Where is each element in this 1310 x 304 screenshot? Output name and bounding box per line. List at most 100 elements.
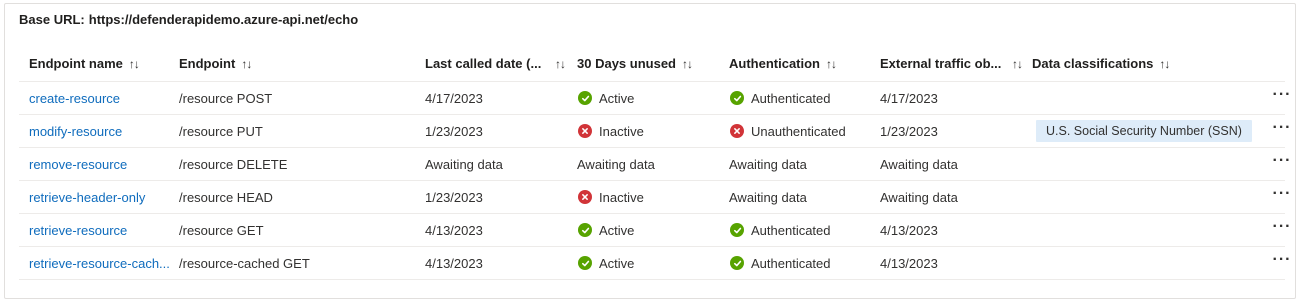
row-more-actions[interactable]: ··· bbox=[1267, 214, 1297, 246]
more-icon[interactable]: ··· bbox=[1273, 153, 1292, 169]
auth-status-cell-text: Authenticated bbox=[751, 222, 831, 238]
more-icon[interactable]: ··· bbox=[1273, 252, 1292, 268]
column-header-data-classifications[interactable]: Data classifications ↑↓ bbox=[1032, 46, 1262, 81]
table-row[interactable]: modify-resource/resource PUT 1/23/2023 Ina… bbox=[19, 115, 1290, 148]
data-classification-tag[interactable]: U.S. Social Security Number (SSN) bbox=[1036, 120, 1252, 142]
more-icon[interactable]: ··· bbox=[1273, 186, 1292, 202]
column-header-authentication[interactable]: Authentication ↑↓ bbox=[729, 46, 877, 81]
auth-status-cell-text: Awaiting data bbox=[729, 156, 807, 172]
data-classification-cell bbox=[1032, 181, 1262, 213]
sort-icon[interactable]: ↑↓ bbox=[1159, 57, 1170, 71]
row-more-actions[interactable]: ··· bbox=[1267, 247, 1297, 279]
endpoint-name-link[interactable]: modify-resource bbox=[29, 124, 122, 139]
last-called-cell: 1/23/2023 bbox=[425, 115, 573, 147]
last-called-text: 1/23/2023 bbox=[425, 189, 483, 205]
column-header-endpoint-name[interactable]: Endpoint name ↑↓ bbox=[29, 46, 177, 81]
external-traffic-text: 4/13/2023 bbox=[880, 255, 938, 271]
endpoints-table: Endpoint name ↑↓ Endpoint ↑↓ Last called… bbox=[19, 46, 1290, 280]
external-traffic-text: Awaiting data bbox=[880, 156, 958, 172]
endpoint-text: /resource GET bbox=[179, 222, 264, 238]
external-traffic-text: 1/23/2023 bbox=[880, 123, 938, 139]
auth-status-cell-text: Awaiting data bbox=[729, 189, 807, 205]
row-more-actions[interactable]: ··· bbox=[1267, 82, 1297, 114]
sort-icon[interactable]: ↑↓ bbox=[826, 57, 837, 71]
column-header-30-days-unused[interactable]: 30 Days unused ↑↓ bbox=[577, 46, 725, 81]
external-traffic-cell: Awaiting data bbox=[880, 148, 1030, 180]
last-called-text: 4/13/2023 bbox=[425, 255, 483, 271]
auth-status-cell: Awaiting data bbox=[729, 148, 877, 180]
endpoint-name-cell: retrieve-resource-cach... bbox=[29, 247, 177, 279]
external-traffic-cell: 4/13/2023 bbox=[880, 214, 1030, 246]
more-icon[interactable]: ··· bbox=[1273, 219, 1292, 235]
check-icon bbox=[730, 256, 744, 270]
endpoint-name-cell: create-resource bbox=[29, 82, 177, 114]
column-header-label: Authentication bbox=[729, 56, 820, 71]
endpoint-text: /resource DELETE bbox=[179, 156, 288, 172]
last-called-text: 1/23/2023 bbox=[425, 123, 483, 139]
sort-icon[interactable]: ↑↓ bbox=[555, 57, 566, 71]
table-row[interactable]: retrieve-resource-cach... /resource-cache… bbox=[19, 247, 1290, 280]
table-row[interactable]: remove-resource/resource DELETE Awaiting … bbox=[19, 148, 1290, 181]
api-endpoints-panel: Base URL: https://defenderapidemo.azure-a… bbox=[4, 3, 1296, 299]
endpoint-cell: /resource GET bbox=[179, 214, 419, 246]
row-more-actions[interactable]: ··· bbox=[1267, 148, 1297, 180]
unused-status-cell: Active bbox=[577, 214, 725, 246]
unused-status-cell-text: Active bbox=[599, 222, 635, 238]
last-called-text: 4/13/2023 bbox=[425, 222, 483, 238]
endpoint-text: /resource PUT bbox=[179, 123, 263, 139]
column-header-label: Data classifications bbox=[1032, 56, 1154, 71]
endpoint-text: /resource-cached GET bbox=[179, 255, 310, 271]
error-icon bbox=[578, 124, 592, 138]
sort-icon[interactable]: ↑↓ bbox=[682, 57, 693, 71]
unused-status-cell: Inactive bbox=[577, 181, 725, 213]
endpoint-name-link[interactable]: create-resource bbox=[29, 91, 120, 106]
more-icon[interactable]: ··· bbox=[1273, 120, 1292, 136]
unused-status-cell-text: Active bbox=[599, 90, 635, 106]
auth-status-cell-text: Authenticated bbox=[751, 90, 831, 106]
external-traffic-text: 4/13/2023 bbox=[880, 222, 938, 238]
external-traffic-cell: 4/13/2023 bbox=[880, 247, 1030, 279]
auth-status-cell-text: Authenticated bbox=[751, 255, 831, 271]
check-icon bbox=[730, 91, 744, 105]
external-traffic-cell: 4/17/2023 bbox=[880, 82, 1030, 114]
column-header-label: Endpoint name bbox=[29, 56, 123, 71]
sort-icon[interactable]: ↑↓ bbox=[129, 57, 140, 71]
unused-status-cell: Active bbox=[577, 247, 725, 279]
table-row[interactable]: retrieve-header-only/resource HEAD 1/23/2… bbox=[19, 181, 1290, 214]
table-row[interactable]: create-resource/resource POST 4/17/2023 Ac… bbox=[19, 82, 1290, 115]
auth-status-cell: Awaiting data bbox=[729, 181, 877, 213]
auth-status-cell: Unauthenticated bbox=[729, 115, 877, 147]
endpoint-name-link[interactable]: remove-resource bbox=[29, 157, 127, 172]
base-url: Base URL: https://defenderapidemo.azure-a… bbox=[19, 12, 358, 27]
column-header-endpoint[interactable]: Endpoint ↑↓ bbox=[179, 46, 419, 81]
table-header-row: Endpoint name ↑↓ Endpoint ↑↓ Last called… bbox=[19, 46, 1285, 82]
auth-status-cell: Authenticated bbox=[729, 247, 877, 279]
unused-status-cell: Active bbox=[577, 82, 725, 114]
endpoint-cell: /resource POST bbox=[179, 82, 419, 114]
external-traffic-text: 4/17/2023 bbox=[880, 90, 938, 106]
last-called-cell: 4/17/2023 bbox=[425, 82, 573, 114]
column-header-last-called[interactable]: Last called date (... ↑↓ bbox=[425, 46, 573, 81]
row-more-actions[interactable]: ··· bbox=[1267, 115, 1297, 147]
column-header-label: External traffic ob... bbox=[880, 56, 1002, 71]
endpoint-cell: /resource HEAD bbox=[179, 181, 419, 213]
endpoint-name-link[interactable]: retrieve-resource bbox=[29, 223, 127, 238]
data-classification-cell bbox=[1032, 82, 1262, 114]
more-icon[interactable]: ··· bbox=[1273, 87, 1292, 103]
external-traffic-cell: Awaiting data bbox=[880, 181, 1030, 213]
check-icon bbox=[730, 223, 744, 237]
endpoint-name-link[interactable]: retrieve-header-only bbox=[29, 190, 145, 205]
table-body: create-resource/resource POST 4/17/2023 Ac… bbox=[19, 82, 1290, 280]
sort-icon[interactable]: ↑↓ bbox=[1012, 57, 1023, 71]
column-header-label: Last called date (... bbox=[425, 56, 542, 71]
unused-status-cell: Inactive bbox=[577, 115, 725, 147]
sort-icon[interactable]: ↑↓ bbox=[241, 57, 252, 71]
row-more-actions[interactable]: ··· bbox=[1267, 181, 1297, 213]
base-url-label: Base URL: bbox=[19, 12, 85, 27]
data-classification-cell bbox=[1032, 148, 1262, 180]
column-header-external-traffic[interactable]: External traffic ob... ↑↓ bbox=[880, 46, 1030, 81]
table-row[interactable]: retrieve-resource/resource GET 4/13/2023 A… bbox=[19, 214, 1290, 247]
endpoint-cell: /resource-cached GET bbox=[179, 247, 419, 279]
auth-status-cell: Authenticated bbox=[729, 214, 877, 246]
endpoint-name-link[interactable]: retrieve-resource-cach... bbox=[29, 256, 170, 271]
